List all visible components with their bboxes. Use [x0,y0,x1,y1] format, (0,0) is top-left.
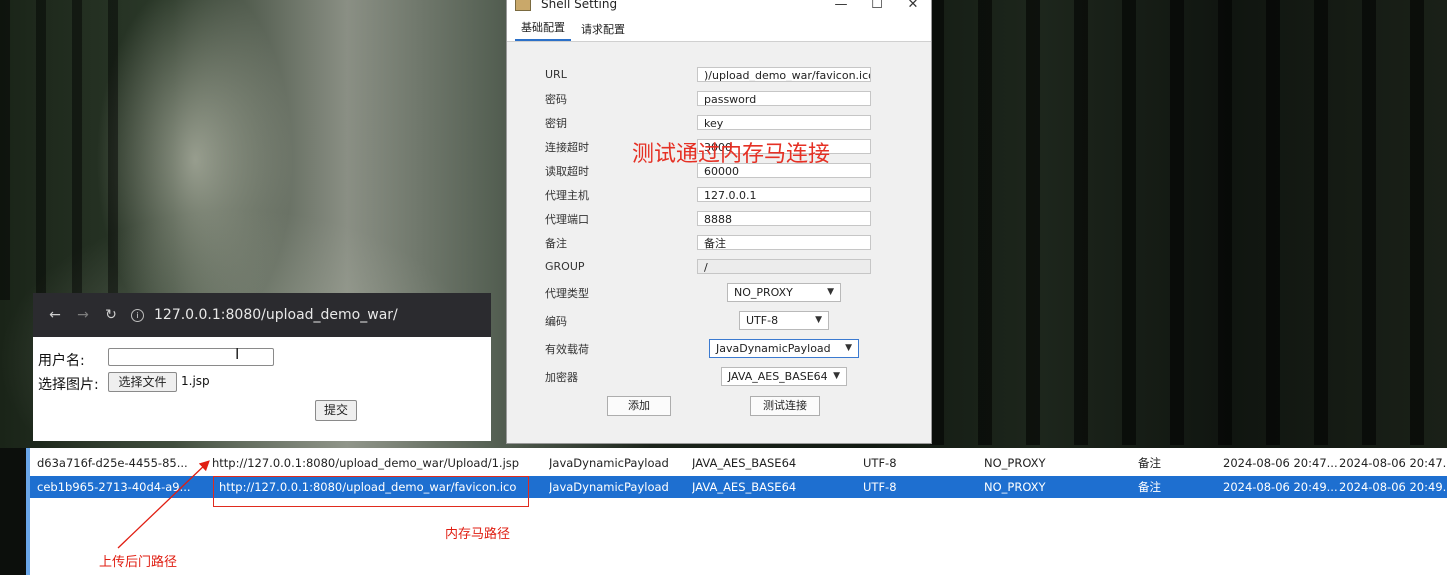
forward-icon[interactable]: → [69,307,97,323]
field-label-url: URL [545,68,567,81]
group-input: / [697,259,871,274]
field-label-password: 密码 [545,92,567,106]
dialog-titlebar[interactable]: Shell Setting — ☐ ✕ [507,0,931,15]
shell-list-table: d63a716f-d25e-4455-85... http://127.0.0.… [26,448,1447,575]
memshell-path-highlight-box [213,476,529,507]
cell-note: 备注 [1138,480,1161,494]
cell-payload: JavaDynamicPayload [549,456,669,470]
address-url: 127.0.0.1:8080/upload_demo_war/ [154,307,398,323]
key-input[interactable]: key [697,115,871,130]
field-label-key: 密钥 [545,116,567,130]
browser-toolbar: ← → ↻ i 127.0.0.1:8080/upload_demo_war/ [33,293,491,337]
username-input[interactable] [108,348,274,366]
info-icon[interactable]: i [131,308,144,322]
left-edge-strip [0,448,26,575]
password-input[interactable]: password [697,91,871,106]
back-icon[interactable]: ← [41,307,69,323]
browser-window: ← → ↻ i 127.0.0.1:8080/upload_demo_war/ … [33,293,491,441]
cryption-select[interactable]: JAVA_AES_BASE64 ▼ [721,367,847,386]
chevron-down-icon: ▼ [827,287,834,297]
field-label-proxy-port: 代理端口 [545,212,589,226]
cell-cryption: JAVA_AES_BASE64 [692,480,797,494]
cell-cryption: JAVA_AES_BASE64 [692,456,797,470]
username-label: 用户名: [38,353,85,369]
close-button[interactable]: ✕ [895,0,931,12]
cell-url: http://127.0.0.1:8080/upload_demo_war/Up… [212,456,520,470]
payload-value: JavaDynamicPayload [716,342,831,355]
encoding-select[interactable]: UTF-8 ▼ [739,311,829,330]
encoding-value: UTF-8 [746,314,779,327]
minimize-button[interactable]: — [823,0,859,12]
cell-id: d63a716f-d25e-4455-85... [37,456,188,470]
cell-proxy: NO_PROXY [984,480,1046,494]
proxy-type-select[interactable]: NO_PROXY ▼ [727,283,841,302]
select-label-cryption: 加密器 [545,370,578,384]
proxy-host-input[interactable]: 127.0.0.1 [697,187,871,202]
payload-select[interactable]: JavaDynamicPayload ▼ [709,339,859,358]
chosen-file-name: 1.jsp [181,374,210,388]
test-connection-button[interactable]: 测试连接 [750,396,820,416]
annotation-upload-backdoor-path: 上传后门路径 [99,555,178,570]
annotation-memshell-path: 内存马路径 [445,527,511,542]
cell-encoding: UTF-8 [863,480,897,494]
select-label-proxy-type: 代理类型 [545,286,589,300]
overlay-test-passed-text: 测试通过内存马连接 [632,142,831,167]
submit-button[interactable]: 提交 [315,400,357,421]
url-input[interactable]: )/upload_demo_war/favicon.ico [697,67,871,82]
cell-created: 2024-08-06 20:49... [1223,480,1338,494]
proxy-type-value: NO_PROXY [734,286,793,299]
select-label-encoding: 编码 [545,314,567,328]
dialog-tabs: 基础配置 请求配置 [507,15,931,42]
select-label-payload: 有效载荷 [545,342,589,356]
field-label-group: GROUP [545,260,585,273]
chevron-down-icon: ▼ [815,315,822,325]
app-icon [515,0,531,11]
cell-created: 2024-08-06 20:47... [1223,456,1338,470]
dialog-title: Shell Setting [541,0,618,11]
field-label-proxy-host: 代理主机 [545,188,589,202]
cell-id: ceb1b965-2713-40d4-a9... [37,480,191,494]
tab-basic-config[interactable]: 基础配置 [515,19,571,41]
cell-updated: 2024-08-06 20:49... [1339,480,1447,494]
field-label-note: 备注 [545,236,567,250]
proxy-port-input[interactable]: 8888 [697,211,871,226]
choose-file-button[interactable]: 选择文件 [108,372,177,392]
image-label: 选择图片: [38,377,99,393]
maximize-button[interactable]: ☐ [859,0,895,12]
cell-note: 备注 [1138,456,1161,470]
chevron-down-icon: ▼ [833,371,840,381]
cell-updated: 2024-08-06 20:47... [1339,456,1447,470]
chevron-down-icon: ▼ [845,343,852,353]
note-input[interactable]: 备注 [697,235,871,250]
reload-icon[interactable]: ↻ [97,307,125,323]
tab-request-config[interactable]: 请求配置 [575,21,631,41]
table-row[interactable]: d63a716f-d25e-4455-85... http://127.0.0.… [30,452,1447,474]
add-button[interactable]: 添加 [607,396,671,416]
cryption-value: JAVA_AES_BASE64 [728,370,828,383]
wallpaper-trees-left [0,0,120,300]
shell-setting-dialog: Shell Setting — ☐ ✕ 基础配置 请求配置 URL )/uplo… [506,0,932,444]
cell-proxy: NO_PROXY [984,456,1046,470]
text-cursor-icon: I [235,345,240,363]
cell-encoding: UTF-8 [863,456,897,470]
upload-form: 用户名: I 选择图片: 选择文件 1.jsp 提交 [33,337,491,441]
wallpaper-trees-right [930,0,1447,445]
address-bar[interactable]: i 127.0.0.1:8080/upload_demo_war/ [131,307,398,323]
cell-payload: JavaDynamicPayload [549,480,669,494]
